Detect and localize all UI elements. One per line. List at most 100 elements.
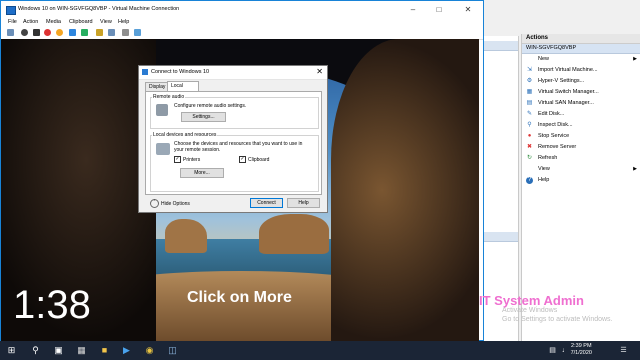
maximize-button[interactable]: □ <box>427 1 451 18</box>
clock-date: 7/1/2020 <box>570 350 592 356</box>
action-item[interactable]: ↻ Refresh <box>522 153 640 164</box>
menu-help[interactable]: Help <box>118 19 129 25</box>
connect-dialog: Connect to Windows 10 ✕ Display Local Re… <box>138 65 328 213</box>
actions-vm-name: WIN-SGVFGQ8VBP <box>522 44 640 54</box>
shutdown-icon[interactable] <box>44 29 51 36</box>
ctrl-alt-del-icon[interactable] <box>7 29 14 36</box>
help-button[interactable]: Help <box>287 198 320 208</box>
hyperv-manager-icon[interactable]: ◫ <box>167 345 178 356</box>
share-icon[interactable] <box>134 29 141 36</box>
close-button[interactable]: ✕ <box>456 1 480 18</box>
save-icon[interactable] <box>56 29 63 36</box>
action-item[interactable]: ▦ Virtual Switch Manager... <box>522 87 640 98</box>
local-resources-panel: Remote audio Configure remote audio sett… <box>145 91 322 195</box>
san-icon: ▤ <box>526 100 533 106</box>
settings-button[interactable]: Settings... <box>181 112 226 122</box>
switch-icon: ▦ <box>526 89 533 95</box>
pane-band <box>484 232 518 242</box>
hide-options-icon[interactable]: ˆ <box>150 199 159 208</box>
pane-band <box>484 41 518 51</box>
action-item[interactable]: ▤ Virtual SAN Manager... <box>522 98 640 109</box>
network-icon[interactable]: ▤ <box>547 345 558 356</box>
action-item-label: Import Virtual Machine... <box>538 67 598 73</box>
actions-list: New ▶ ⇲ Import Virtual Machine... ⚙ Hyper-V S… <box>522 54 640 186</box>
dialog-title: Connect to Windows 10 <box>151 69 210 75</box>
activate-windows-title: Activate Windows <box>502 307 558 314</box>
remove-icon: ✖ <box>526 144 533 150</box>
minimize-button[interactable]: – <box>401 1 425 18</box>
activate-windows-desc: Go to Settings to activate Windows. <box>502 316 613 323</box>
chrome-icon[interactable]: ◉ <box>144 345 155 356</box>
start-icon[interactable] <box>21 29 28 36</box>
action-item-label: Edit Disk... <box>538 111 565 117</box>
wallpaper-rock <box>259 214 329 254</box>
menu-file[interactable]: File <box>8 19 17 25</box>
action-item[interactable]: ⇲ Import Virtual Machine... <box>522 65 640 76</box>
pause-icon[interactable] <box>69 29 76 36</box>
action-item[interactable]: View ▶ <box>522 164 640 175</box>
start-button-icon[interactable]: ⊞ <box>6 345 17 356</box>
file-explorer-icon[interactable]: ■ <box>99 345 110 356</box>
more-button[interactable]: More... <box>180 168 224 178</box>
remote-audio-group <box>150 97 319 129</box>
action-item[interactable]: ● Stop Service <box>522 131 640 142</box>
inspect-disk-icon: ⚲ <box>527 122 532 128</box>
video-timer: 1:38 <box>13 283 91 327</box>
vm-window-title: Windows 10 on WIN-SGVFGQ8VBP - Virtual M… <box>18 6 180 12</box>
printers-checkbox[interactable]: ✓ <box>174 156 181 163</box>
reset-icon[interactable] <box>81 29 88 36</box>
taskbar-clock[interactable]: 2:39 PM 7/1/2020 <box>571 343 592 357</box>
new-icon <box>526 56 533 63</box>
printers-label: Printers <box>183 157 201 163</box>
action-item-label: Inspect Disk... <box>538 122 573 128</box>
volume-icon[interactable]: ♩ <box>560 345 571 356</box>
action-item[interactable]: ✎ Edit Disk... <box>522 109 640 120</box>
submenu-arrow-icon: ▶ <box>633 56 637 62</box>
submenu-arrow-icon: ▶ <box>633 166 637 172</box>
hide-options-link[interactable]: Hide Options <box>161 201 190 207</box>
clipboard-checkbox[interactable]: ✓ <box>239 156 246 163</box>
devices-icon <box>156 143 170 155</box>
connect-button[interactable]: Connect <box>250 198 283 208</box>
action-item-label: Virtual Switch Manager... <box>538 89 599 95</box>
action-item-label: Stop Service <box>538 133 570 139</box>
action-item[interactable]: ⚲ Inspect Disk... <box>522 120 640 131</box>
action-item[interactable]: ✖ Remove Server <box>522 142 640 153</box>
powershell-icon[interactable]: ▶ <box>121 345 132 356</box>
menu-media[interactable]: Media <box>46 19 61 25</box>
action-item-label: Hyper-V Settings... <box>538 78 585 84</box>
menu-action[interactable]: Action <box>23 19 38 25</box>
checkpoint-icon[interactable] <box>96 29 103 36</box>
speaker-icon <box>156 104 168 116</box>
server-manager-icon[interactable]: ▦ <box>76 345 87 356</box>
search-icon[interactable]: ⚲ <box>30 345 41 356</box>
vm-screen[interactable]: Connect to Windows 10 ✕ Display Local Re… <box>1 39 479 341</box>
refresh-icon: ↻ <box>526 155 533 161</box>
action-item[interactable]: ? Help <box>522 175 640 186</box>
settings-icon: ⚙ <box>526 78 533 84</box>
action-item-label: Help <box>538 177 550 183</box>
vm-titlebar: Windows 10 on WIN-SGVFGQ8VBP - Virtual M… <box>1 1 483 18</box>
vm-icon <box>142 69 148 75</box>
enhanced-session-icon[interactable] <box>122 29 129 36</box>
action-item[interactable]: New ▶ <box>522 54 640 65</box>
notifications-icon[interactable]: ☰ <box>618 345 629 356</box>
clock-time: 2:39 PM <box>571 343 592 349</box>
vm-connection-icon <box>6 6 16 15</box>
action-item[interactable]: ⚙ Hyper-V Settings... <box>522 76 640 87</box>
video-caption: Click on More <box>187 289 292 306</box>
wallpaper-rock <box>165 219 207 253</box>
action-item-label: View <box>538 166 550 172</box>
task-view-icon[interactable]: ▣ <box>53 345 64 356</box>
vm-menubar: File Action Media Clipboard View Help <box>1 18 483 27</box>
import-icon: ⇲ <box>526 67 533 73</box>
action-item-label: Virtual SAN Manager... <box>538 100 594 106</box>
dialog-close-icon[interactable]: ✕ <box>316 67 323 76</box>
menu-view[interactable]: View <box>100 19 112 25</box>
turn-off-icon[interactable] <box>33 29 40 36</box>
action-item-label: Remove Server <box>538 144 577 150</box>
wallpaper-cave-right <box>331 39 479 341</box>
revert-icon[interactable] <box>108 29 115 36</box>
edit-disk-icon: ✎ <box>526 111 533 117</box>
menu-clipboard[interactable]: Clipboard <box>69 19 93 25</box>
